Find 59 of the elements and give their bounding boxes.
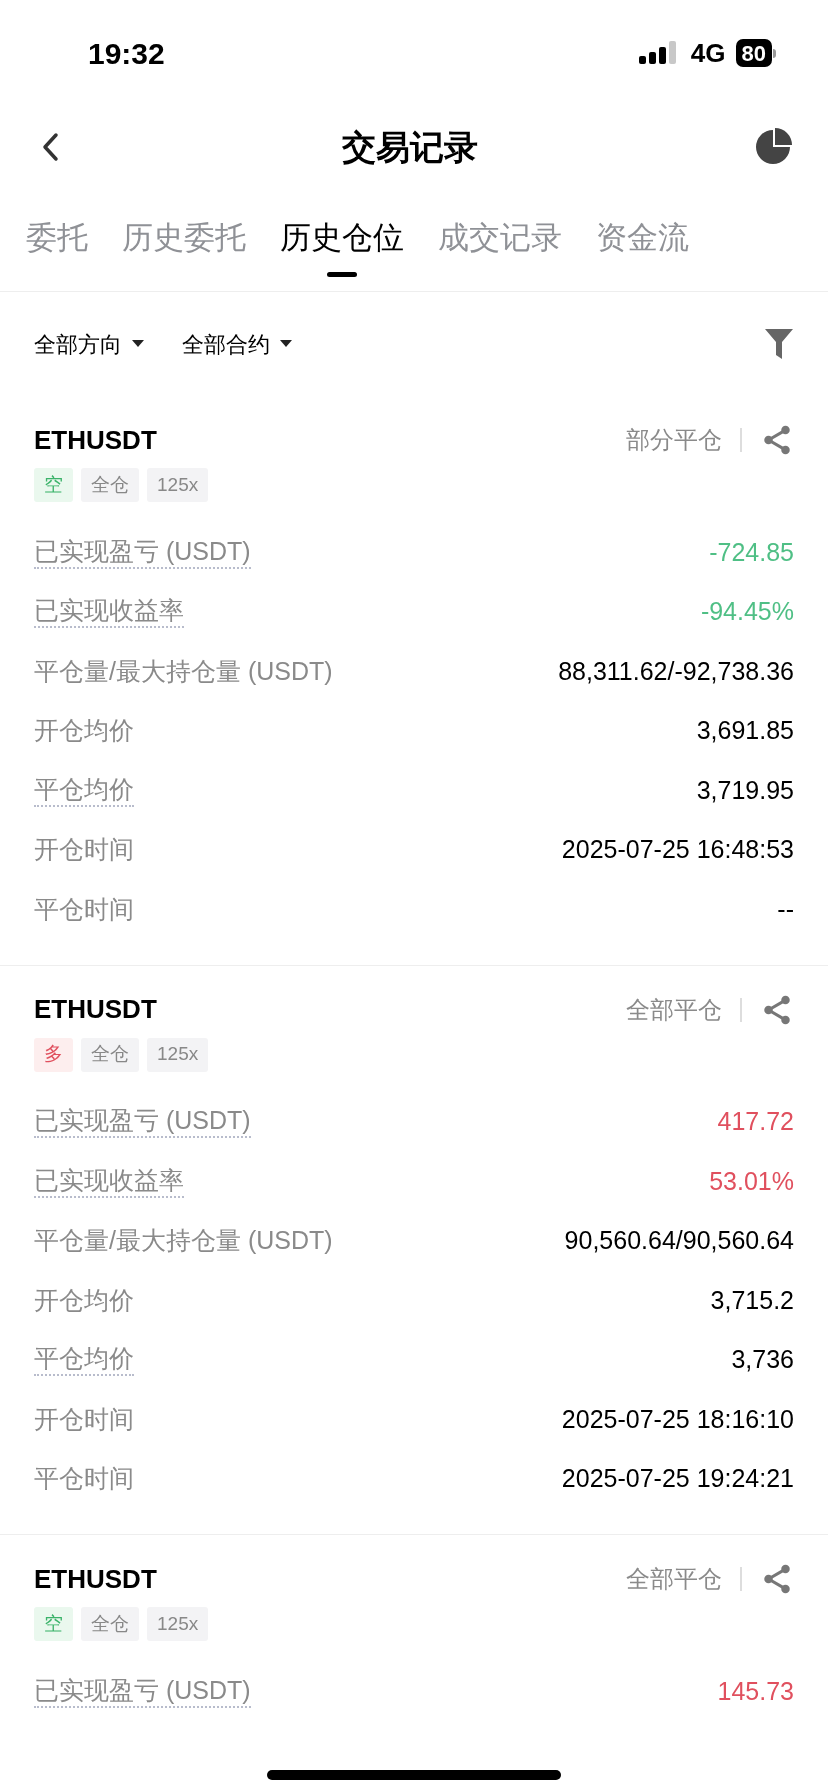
field-value: 3,691.85: [696, 715, 794, 747]
field-value: -94.45%: [700, 596, 794, 628]
field-value: 2025-07-25 18:16:10: [561, 1403, 794, 1435]
field-value: --: [777, 893, 794, 925]
close-status: 部分平仓: [626, 425, 722, 455]
tab[interactable]: 历史仓位: [280, 212, 404, 291]
field-label: 平仓时间: [34, 893, 134, 925]
position-tag: 空: [34, 468, 73, 502]
filter-dropdown[interactable]: 全部方向: [34, 327, 144, 361]
field-value: 53.01%: [709, 1165, 794, 1197]
field-label: 平仓量/最大持仓量 (USDT): [34, 1225, 333, 1257]
field-value: 3,715.2: [710, 1284, 794, 1316]
field-label: 开仓均价: [34, 715, 134, 747]
field-label: 开仓时间: [34, 1403, 134, 1435]
position-tag: 全仓: [81, 1607, 139, 1641]
tab[interactable]: 历史委托: [122, 212, 246, 291]
field-label: 开仓均价: [34, 1284, 134, 1316]
field-label: 平仓量/最大持仓量 (USDT): [34, 655, 333, 687]
symbol: ETHUSDT: [34, 993, 157, 1026]
caret-icon: [280, 340, 292, 348]
field-value: 88,311.62/-92,738.36: [558, 655, 794, 687]
field-value: 3,719.95: [696, 774, 794, 806]
field-label: 已实现收益率: [34, 1163, 184, 1198]
tab[interactable]: 资金流: [596, 212, 689, 291]
network-type: 4G: [690, 36, 726, 70]
field-value: 145.73: [717, 1675, 794, 1707]
position-tag: 全仓: [81, 468, 139, 502]
pie-chart-icon[interactable]: [754, 128, 792, 166]
field-value: 2025-07-25 16:48:53: [561, 834, 794, 866]
filter-dropdown[interactable]: 全部合约: [182, 327, 292, 361]
position-tag: 多: [34, 1037, 73, 1072]
field-value: -724.85: [709, 536, 794, 568]
position-tag: 全仓: [81, 1037, 139, 1072]
tab[interactable]: 委托: [26, 212, 88, 291]
field-label: 已实现盈亏 (USDT): [34, 534, 251, 569]
symbol: ETHUSDT: [34, 1562, 157, 1596]
filter-icon[interactable]: [764, 327, 794, 361]
symbol: ETHUSDT: [34, 423, 157, 457]
field-value: 90,560.64/90,560.64: [564, 1225, 794, 1257]
caret-icon: [132, 340, 144, 348]
page-title: 交易记录: [342, 126, 478, 168]
field-value: 417.72: [717, 1106, 794, 1138]
field-label: 平仓均价: [34, 1342, 134, 1377]
field-label: 开仓时间: [34, 834, 134, 866]
field-label: 已实现盈亏 (USDT): [34, 1673, 251, 1708]
field-label: 平仓均价: [34, 772, 134, 807]
field-value: 2025-07-25 19:24:21: [561, 1463, 794, 1495]
field-label: 已实现盈亏 (USDT): [34, 1104, 251, 1139]
position-tag: 125x: [147, 1607, 209, 1641]
field-value: 3,736: [731, 1344, 794, 1376]
close-status: 全部平仓: [626, 994, 722, 1025]
position-tag: 空: [34, 1607, 73, 1641]
close-status: 全部平仓: [626, 1564, 722, 1594]
status-time: 19:32: [88, 35, 165, 72]
field-label: 已实现收益率: [34, 594, 184, 629]
field-label: 平仓时间: [34, 1463, 134, 1495]
position-tag: 125x: [147, 468, 209, 502]
tab[interactable]: 成交记录: [438, 212, 562, 291]
position-tag: 125x: [147, 1037, 209, 1072]
